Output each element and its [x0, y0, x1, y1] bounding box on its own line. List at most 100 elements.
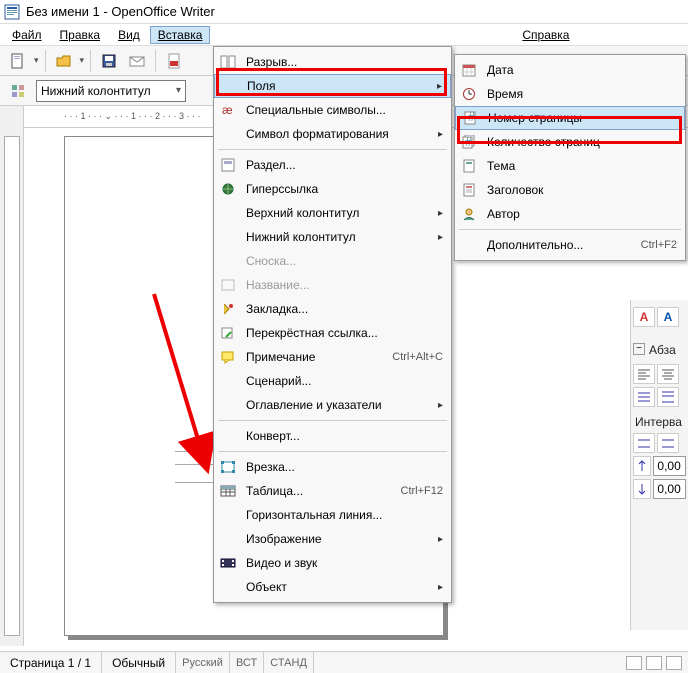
- char-format-icon-1[interactable]: A: [633, 307, 655, 327]
- special-chars-icon: æ: [218, 101, 238, 119]
- field-title[interactable]: Заголовок: [455, 178, 685, 202]
- insert-fields[interactable]: Поля ▸: [214, 74, 451, 98]
- svg-text:#: #: [468, 111, 475, 124]
- annotation-arrow: [144, 284, 224, 484]
- space-above-spinner[interactable]: 0,00: [653, 456, 686, 476]
- space-below-spinner[interactable]: 0,00: [653, 479, 686, 499]
- paragraph-style-combo[interactable]: Нижний колонтитул ▾: [36, 80, 186, 102]
- menu-view[interactable]: Вид: [110, 26, 148, 44]
- align-left-icon[interactable]: [633, 364, 655, 384]
- submenu-arrow-icon: ▸: [438, 208, 443, 219]
- insert-special-chars[interactable]: æ Специальные символы...: [214, 98, 451, 122]
- spacing-before-icon-2[interactable]: [657, 433, 679, 453]
- hyperlink-icon: [218, 180, 238, 198]
- menu-separator: [459, 229, 681, 230]
- new-doc-button[interactable]: [6, 49, 30, 73]
- indexes-icon: [218, 396, 238, 414]
- footer-icon: [218, 228, 238, 246]
- status-view-icons: [620, 656, 688, 670]
- caption-icon: [218, 276, 238, 294]
- menu-edit[interactable]: Правка: [52, 26, 109, 44]
- insert-indexes[interactable]: Оглавление и указатели ▸: [214, 393, 451, 417]
- page-number-icon: #: [460, 109, 480, 127]
- table-shortcut: Ctrl+F12: [401, 485, 444, 497]
- collapse-icon[interactable]: −: [633, 343, 645, 355]
- comment-shortcut: Ctrl+Alt+C: [392, 351, 443, 363]
- menu-insert[interactable]: Вставка: [150, 26, 211, 44]
- insert-bookmark[interactable]: Закладка...: [214, 297, 451, 321]
- time-icon: [459, 85, 479, 103]
- menu-separator: [218, 451, 447, 452]
- subject-icon: [459, 157, 479, 175]
- space-above-icon[interactable]: [633, 456, 651, 476]
- status-insert[interactable]: ВСТ: [230, 652, 264, 673]
- field-subject[interactable]: Тема: [455, 154, 685, 178]
- window-title: Без имени 1 - OpenOffice Writer: [26, 4, 215, 19]
- pdf-button[interactable]: [162, 49, 186, 73]
- bookmark-icon: [218, 300, 238, 318]
- insert-break[interactable]: Разрыв...: [214, 50, 451, 74]
- field-author[interactable]: Автор: [455, 202, 685, 226]
- space-below-icon[interactable]: [633, 479, 651, 499]
- spacing-icon-2[interactable]: [657, 387, 679, 407]
- titlebar: Без имени 1 - OpenOffice Writer: [0, 0, 688, 24]
- header-icon: [218, 204, 238, 222]
- field-page-number[interactable]: # Номер страницы: [455, 106, 685, 130]
- insert-table[interactable]: Таблица... Ctrl+F12: [214, 479, 451, 503]
- field-date[interactable]: Дата: [455, 58, 685, 82]
- section-icon: [218, 156, 238, 174]
- hline-icon: [218, 506, 238, 524]
- field-other[interactable]: Дополнительно... Ctrl+F2: [455, 233, 685, 257]
- email-button[interactable]: [125, 49, 149, 73]
- menu-file[interactable]: Файл: [4, 26, 50, 44]
- insert-envelope[interactable]: Конверт...: [214, 424, 451, 448]
- insert-movie[interactable]: Видео и звук: [214, 551, 451, 575]
- insert-footer[interactable]: Нижний колонтитул ▸: [214, 225, 451, 249]
- insert-frame[interactable]: Врезка...: [214, 455, 451, 479]
- insert-formatting-mark[interactable]: Символ форматирования ▸: [214, 122, 451, 146]
- insert-hline[interactable]: Горизонтальная линия...: [214, 503, 451, 527]
- styles-button[interactable]: [6, 79, 30, 103]
- insert-object[interactable]: Объект ▸: [214, 575, 451, 599]
- footnote-icon: [218, 252, 238, 270]
- menu-separator: [218, 149, 447, 150]
- insert-hyperlink[interactable]: Гиперссылка: [214, 177, 451, 201]
- insert-cross-ref[interactable]: Перекрёстная ссылка...: [214, 321, 451, 345]
- movie-icon: [218, 554, 238, 572]
- app-icon: [4, 4, 20, 20]
- menu-help[interactable]: Справка: [514, 26, 577, 44]
- status-page[interactable]: Страница 1 / 1: [0, 652, 102, 673]
- insert-image[interactable]: Изображение ▸: [214, 527, 451, 551]
- submenu-arrow-icon: ▸: [437, 81, 442, 92]
- statusbar: Страница 1 / 1 Обычный Русский ВСТ СТАНД: [0, 651, 688, 673]
- view-book-icon[interactable]: [666, 656, 682, 670]
- char-format-icon-2[interactable]: A: [657, 307, 679, 327]
- menu-separator: [218, 420, 447, 421]
- status-style[interactable]: Обычный: [102, 652, 176, 673]
- paragraph-style-value: Нижний колонтитул: [41, 84, 151, 98]
- formatting-mark-icon: [218, 125, 238, 143]
- view-single-icon[interactable]: [626, 656, 642, 670]
- insert-comment[interactable]: Примечание Ctrl+Alt+C: [214, 345, 451, 369]
- spacing-icon-1[interactable]: [633, 387, 655, 407]
- chevron-down-icon: ▾: [176, 85, 181, 96]
- view-multi-icon[interactable]: [646, 656, 662, 670]
- section-interval-title: Интерва: [635, 415, 684, 429]
- insert-section[interactable]: Раздел...: [214, 153, 451, 177]
- open-button[interactable]: [52, 49, 76, 73]
- field-page-count[interactable]: # Количество страниц: [455, 130, 685, 154]
- envelope-icon: [218, 427, 238, 445]
- break-icon: [218, 53, 238, 71]
- author-icon: [459, 205, 479, 223]
- title-icon: [459, 181, 479, 199]
- status-std[interactable]: СТАНД: [264, 652, 314, 673]
- save-button[interactable]: [97, 49, 121, 73]
- other-icon: [459, 236, 479, 254]
- insert-header[interactable]: Верхний колонтитул ▸: [214, 201, 451, 225]
- sidebar-panel: AA − Абза Интерва 0,00 0,00: [630, 300, 688, 630]
- align-center-icon[interactable]: [657, 364, 679, 384]
- spacing-before-icon-1[interactable]: [633, 433, 655, 453]
- insert-script[interactable]: Сценарий...: [214, 369, 451, 393]
- field-time[interactable]: Время: [455, 82, 685, 106]
- status-lang[interactable]: Русский: [176, 652, 230, 673]
